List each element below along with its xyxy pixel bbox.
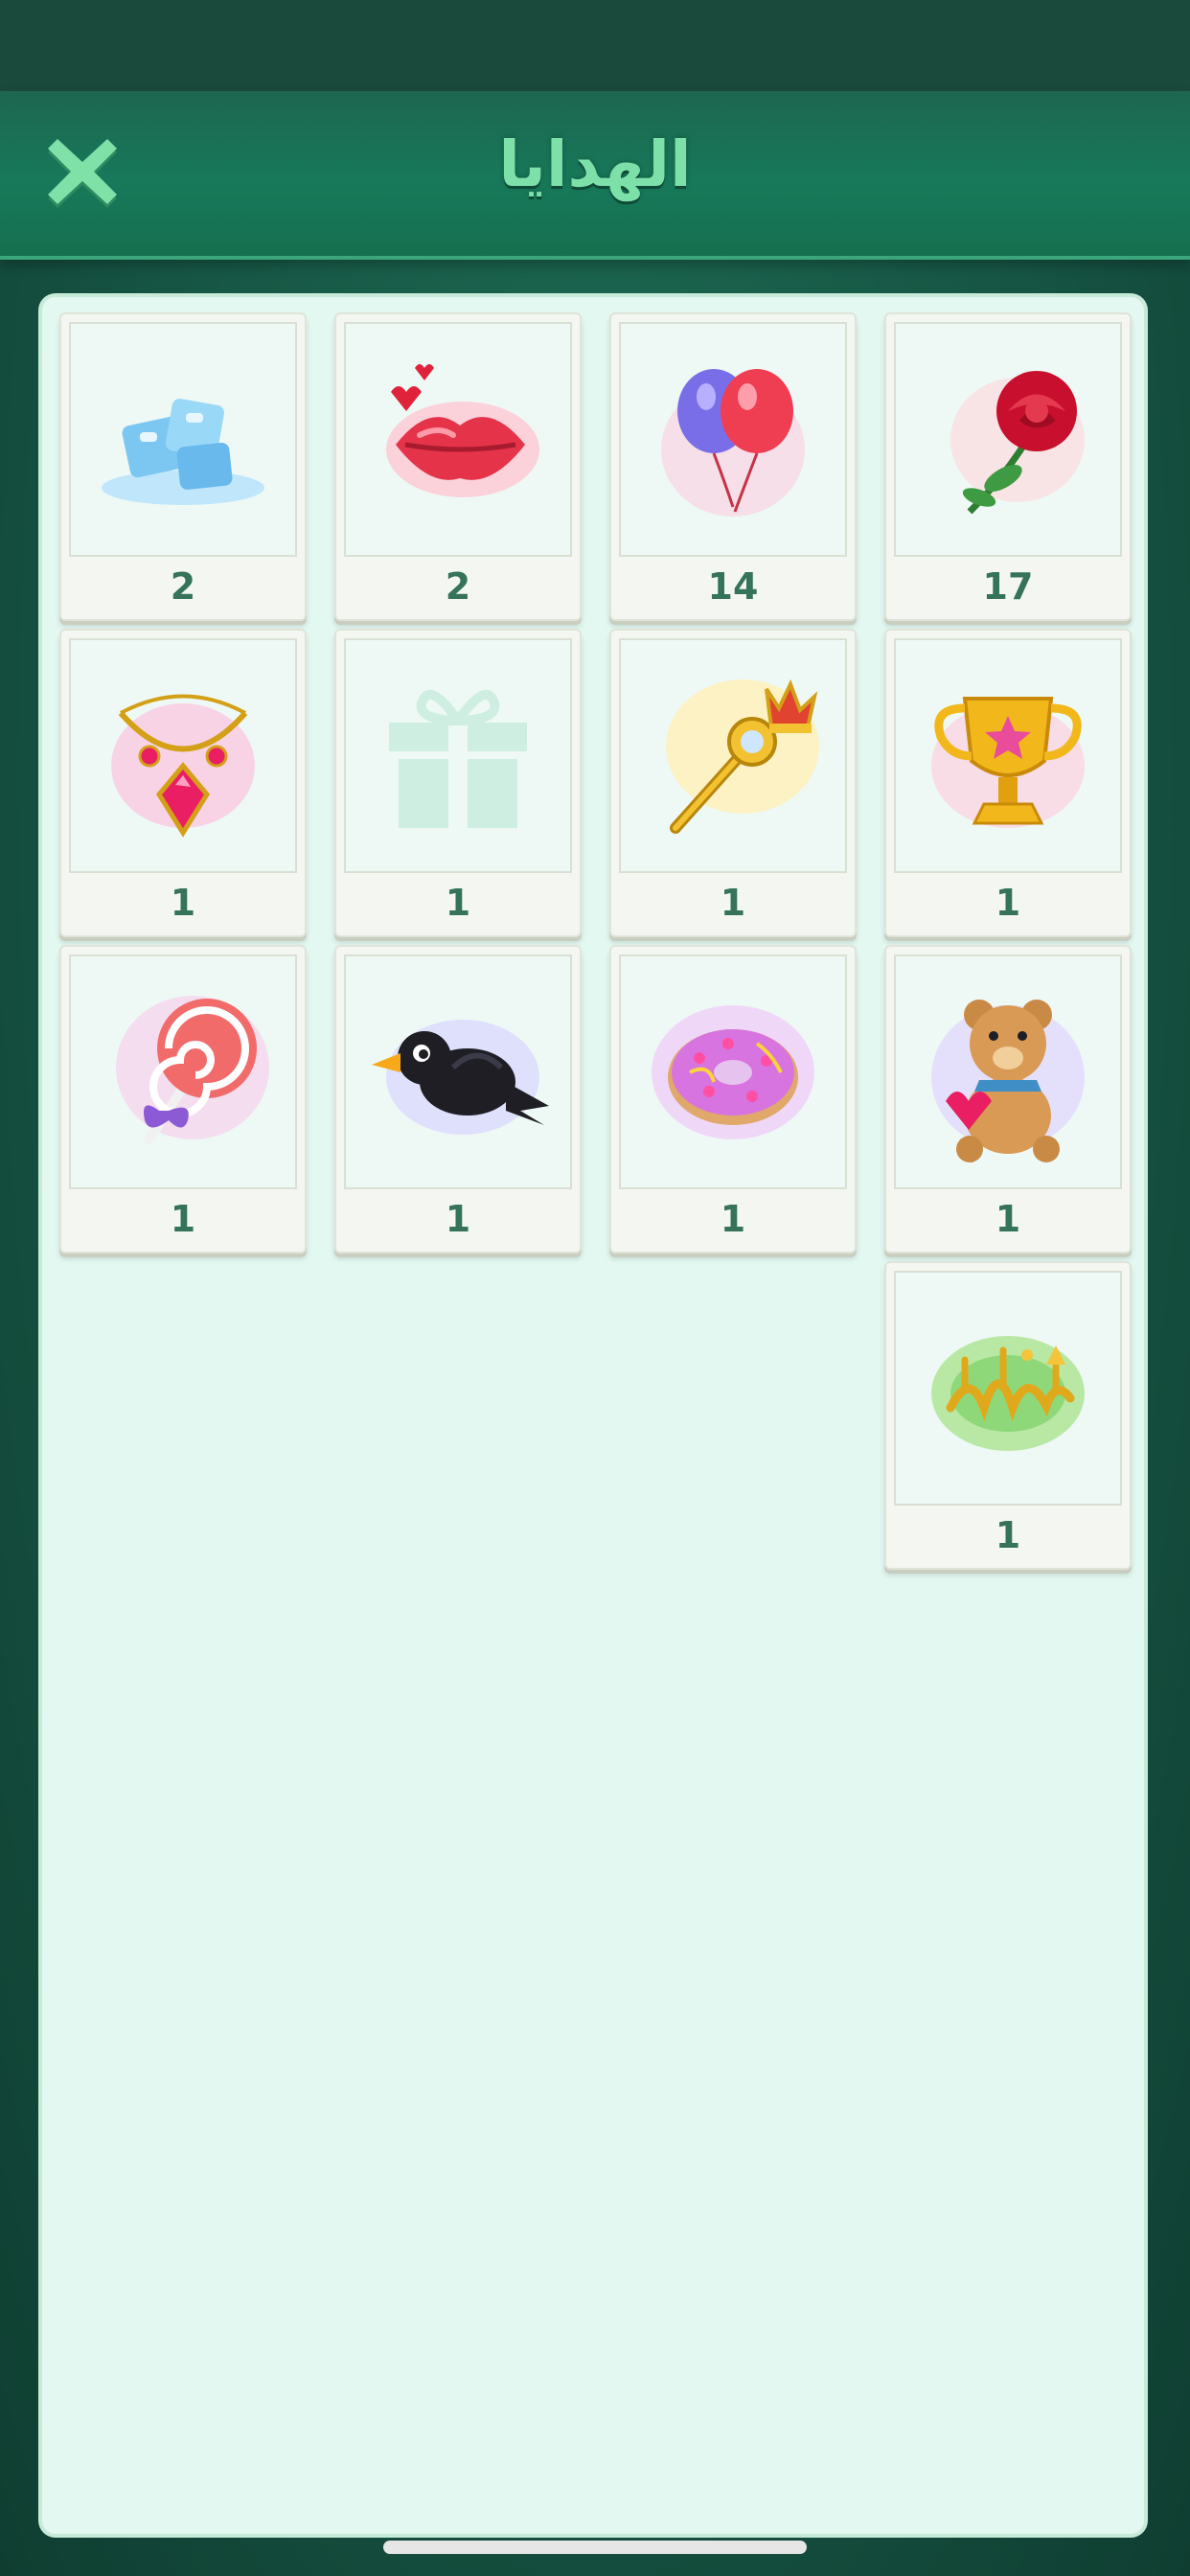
gift-count: 1 — [445, 1198, 471, 1240]
gift-count: 2 — [170, 565, 196, 608]
gift-card-scepter[interactable]: 1 — [609, 629, 857, 937]
gift-card-balloons[interactable]: 14 — [609, 312, 857, 621]
gift-card-lips[interactable]: 2 — [334, 312, 582, 621]
gift-card-ramadan[interactable]: 1 — [884, 1261, 1132, 1570]
gift-card-rose[interactable]: 17 — [884, 312, 1132, 621]
royal-scepter-icon — [666, 678, 819, 834]
gift-count: 1 — [445, 882, 471, 924]
trophy-icon — [931, 696, 1085, 828]
gift-card-necklace[interactable]: 1 — [59, 629, 307, 937]
page-title: الهدايا — [498, 127, 692, 201]
gift-card-trophy[interactable]: 1 — [884, 629, 1132, 937]
gift-card-teddy[interactable]: 1 — [884, 945, 1132, 1254]
red-rose-icon — [950, 370, 1085, 514]
gift-count: 1 — [170, 1198, 196, 1240]
necklace-icon — [111, 694, 255, 838]
gift-count: 2 — [445, 565, 471, 608]
status-bar-area — [0, 0, 1190, 91]
gift-card-lollipop[interactable]: 1 — [59, 945, 307, 1254]
lollipop-icon — [116, 995, 269, 1144]
gift-count: 17 — [982, 565, 1034, 608]
lips-kiss-icon — [386, 363, 539, 497]
gift-count: 1 — [995, 1198, 1021, 1240]
donut-icon — [652, 1004, 814, 1139]
ramadan-calligraphy-icon — [931, 1335, 1085, 1451]
gift-card-ice[interactable]: 2 — [59, 312, 307, 621]
gift-box-icon — [389, 689, 527, 828]
gift-count: 1 — [995, 882, 1021, 924]
balloons-icon — [661, 368, 805, 517]
gift-count: 14 — [707, 565, 759, 608]
header-bar: الهدايا — [0, 91, 1190, 260]
gift-count: 1 — [720, 1198, 746, 1240]
crow-bird-icon — [372, 1019, 549, 1135]
gift-card-crow[interactable]: 1 — [334, 945, 582, 1254]
gift-card-giftbox[interactable]: 1 — [334, 629, 582, 937]
gift-count: 1 — [995, 1514, 1021, 1556]
gift-count: 1 — [720, 882, 746, 924]
gifts-panel: 2 2 14 17 1 1 1 1 1 1 1 1 1 — [38, 293, 1148, 2538]
teddy-bear-icon — [931, 999, 1085, 1162]
home-indicator[interactable] — [383, 2541, 807, 2554]
gift-card-donut[interactable]: 1 — [609, 945, 857, 1254]
gift-count: 1 — [170, 882, 196, 924]
ice-cubes-icon — [102, 398, 264, 505]
